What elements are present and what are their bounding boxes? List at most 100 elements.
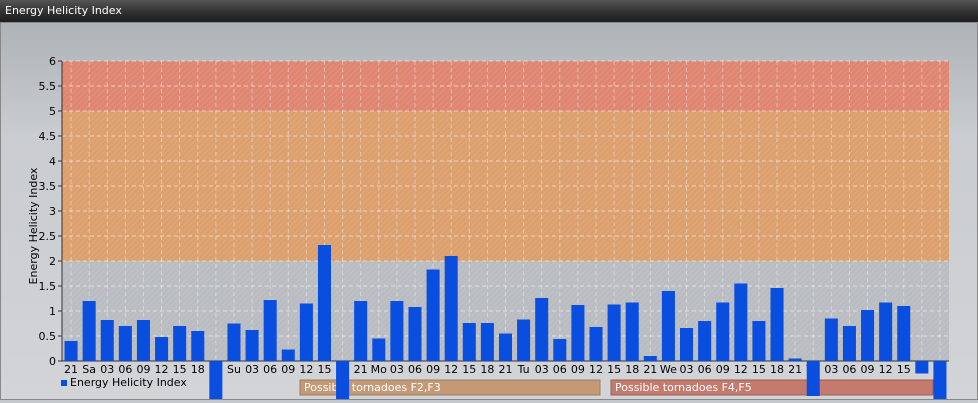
- ehi-bar: [589, 327, 603, 361]
- ehi-bar: [408, 307, 422, 361]
- ehi-bar: [643, 356, 657, 361]
- ehi-bar: [444, 256, 458, 361]
- y-tick-label: 3.5: [39, 180, 57, 193]
- ehi-bar: [607, 304, 621, 361]
- ehi-bar: [571, 305, 585, 361]
- x-tick-label: Mo: [371, 363, 387, 376]
- y-tick-label: 2.5: [39, 230, 57, 243]
- x-tick-label: Sa: [82, 363, 96, 376]
- ehi-bar: [118, 326, 132, 361]
- x-tick-label: 09: [571, 363, 585, 376]
- ehi-bar: [263, 300, 277, 361]
- ehi-bar: [82, 301, 96, 361]
- ehi-bar: [625, 302, 639, 361]
- ehi-bar: [299, 303, 313, 361]
- x-tick-label: 09: [136, 363, 150, 376]
- x-tick-label: 21: [643, 363, 657, 376]
- x-tick-label: 03: [535, 363, 549, 376]
- ehi-bar: [788, 358, 802, 361]
- x-tick-label: 03: [824, 363, 838, 376]
- y-tick-label: 5: [49, 105, 56, 118]
- legend-band-f2f3-label: Possible tornadoes F2,F3: [304, 381, 441, 394]
- ehi-bar: [155, 337, 169, 361]
- x-tick-label: 03: [390, 363, 404, 376]
- window-title: Energy Helicity Index: [5, 4, 122, 17]
- x-tick-label: 18: [625, 363, 639, 376]
- ehi-bar: [191, 331, 205, 361]
- ehi-bar: [372, 338, 386, 361]
- y-tick-label: 5.5: [39, 80, 57, 93]
- ehi-bar: [535, 298, 549, 361]
- ehi-bar: [861, 310, 875, 361]
- ehi-bar: [915, 361, 929, 374]
- x-tick-label: 21: [788, 363, 802, 376]
- ehi-bar: [354, 301, 368, 361]
- y-tick-label: 1.5: [39, 280, 57, 293]
- ehi-bar: [245, 330, 259, 361]
- x-tick-label: 15: [897, 363, 911, 376]
- x-tick-label: 06: [698, 363, 712, 376]
- ehi-bar: [462, 323, 476, 361]
- x-tick-label: Su: [227, 363, 241, 376]
- ehi-bar: [661, 291, 675, 361]
- x-tick-label: 09: [426, 363, 440, 376]
- y-tick-label: 3: [49, 205, 56, 218]
- ehi-bar: [553, 339, 567, 361]
- y-tick-label: 0.5: [39, 330, 57, 343]
- x-tick-label: Tu: [517, 363, 530, 376]
- ehi-bar: [752, 321, 766, 361]
- x-tick-label: 21: [64, 363, 78, 376]
- x-tick-label: 06: [553, 363, 567, 376]
- x-tick-label: 03: [680, 363, 694, 376]
- legend-band-f4f5-label: Possible tornadoes F4,F5: [615, 381, 752, 394]
- ehi-bar: [498, 333, 513, 361]
- ehi-bar: [680, 328, 694, 361]
- x-tick-label: 12: [299, 363, 313, 376]
- x-tick-label: We: [660, 363, 677, 376]
- ehi-bar: [517, 319, 531, 361]
- x-tick-label: 12: [734, 363, 748, 376]
- x-tick-label: 06: [118, 363, 132, 376]
- ehi-bar: [770, 288, 784, 361]
- x-tick-label: 03: [245, 363, 259, 376]
- ehi-bar: [209, 361, 223, 399]
- ehi-bar: [716, 302, 730, 361]
- x-tick-label: 06: [842, 363, 856, 376]
- x-tick-label: 18: [480, 363, 494, 376]
- x-tick-label: 15: [317, 363, 331, 376]
- ehi-bar: [897, 306, 911, 361]
- ehi-bar: [64, 341, 78, 361]
- x-tick-label: 09: [281, 363, 295, 376]
- x-tick-label: 15: [173, 363, 187, 376]
- x-tick-label: 06: [263, 363, 277, 376]
- ehi-bar: [173, 326, 187, 361]
- x-tick-label: 12: [155, 363, 169, 376]
- x-tick-label: 03: [100, 363, 114, 376]
- ehi-bar: [227, 323, 241, 361]
- x-tick-label: 15: [462, 363, 476, 376]
- ehi-bar: [336, 361, 350, 399]
- y-tick-label: 1: [49, 305, 56, 318]
- ehi-bar: [842, 326, 856, 361]
- x-tick-label: 21: [354, 363, 368, 376]
- ehi-bar: [806, 361, 820, 396]
- legend-swatch: [61, 380, 67, 386]
- x-tick-label: 12: [879, 363, 893, 376]
- x-tick-label: 12: [444, 363, 458, 376]
- x-tick-label: 15: [752, 363, 766, 376]
- x-tick-label: 06: [408, 363, 422, 376]
- ehi-bar: [426, 269, 440, 361]
- ehi-bar: [100, 320, 114, 361]
- ehi-bar: [390, 301, 404, 361]
- ehi-bar: [136, 320, 150, 361]
- chart-panel: 0 0.5 1 1.5 2 2.5 3 3.5 4 4.5 5 5.5 6 Energy Helicit…: [0, 22, 978, 400]
- y-tick-label: 4.5: [39, 130, 57, 143]
- y-tick-label: 4: [49, 155, 56, 168]
- x-tick-label: 12: [589, 363, 603, 376]
- y-axis-title: Energy Helicity Index: [27, 167, 40, 284]
- x-tick-label: 15: [607, 363, 621, 376]
- ehi-bar: [480, 323, 494, 361]
- x-tick-label: 18: [191, 363, 205, 376]
- ehi-bar: [698, 321, 712, 361]
- x-tick-label: 21: [499, 363, 513, 376]
